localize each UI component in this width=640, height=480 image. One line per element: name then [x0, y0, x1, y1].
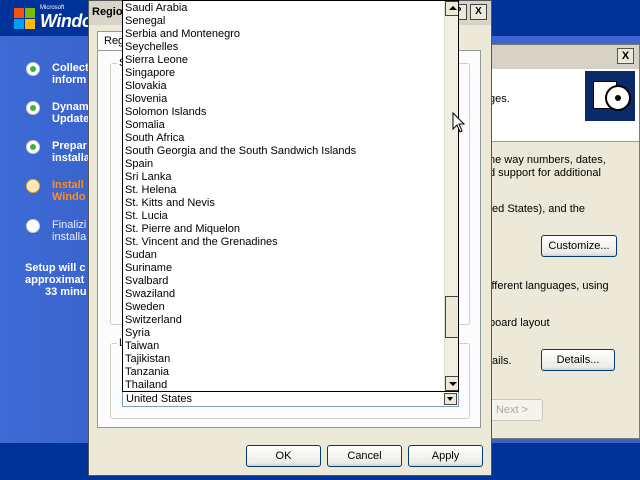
dropdown-option[interactable]: Tanzania — [123, 366, 443, 379]
dropdown-option[interactable]: Sierra Leone — [123, 54, 443, 67]
dropdown-items: Saudi Arabia Senegal Serbia and Montenegro… — [123, 2, 443, 391]
dropdown-option[interactable]: South Africa — [123, 132, 443, 145]
location-dropdown-list[interactable]: Saudi Arabia Senegal Serbia and Montenegro… — [122, 0, 459, 392]
details-button[interactable]: Details... — [541, 349, 615, 371]
dropdown-option[interactable]: Suriname — [123, 262, 443, 275]
location-combobox[interactable]: United States — [122, 391, 459, 407]
scrollbar-thumb[interactable] — [445, 296, 458, 338]
step-done-icon — [26, 101, 40, 115]
step-label-line1: Dynam — [52, 101, 89, 113]
dropdown-option[interactable]: Slovenia — [123, 93, 443, 106]
wizard-text-line: d support for additional — [489, 167, 601, 179]
scroll-up-icon[interactable] — [445, 1, 458, 16]
dropdown-option[interactable]: Switzerland — [123, 314, 443, 327]
step-label-line1: Finalizi — [52, 219, 87, 231]
estimate-line3: 33 minu — [45, 286, 87, 298]
dropdown-option[interactable]: Somalia — [123, 119, 443, 132]
dropdown-option[interactable]: St. Helena — [123, 184, 443, 197]
customize-button[interactable]: Customize... — [541, 235, 617, 257]
dropdown-option[interactable]: Tajikistan — [123, 353, 443, 366]
logo-windows-text: Windo — [40, 11, 93, 31]
windows-logo: Microsoft Windo — [14, 4, 94, 34]
dropdown-option[interactable]: Serbia and Montenegro — [123, 28, 443, 41]
wizard-text-line: board layout — [489, 317, 550, 329]
step-label-line1: Install — [52, 179, 84, 191]
dropdown-option[interactable]: Spain — [123, 158, 443, 171]
dropdown-option[interactable]: Solomon Islands — [123, 106, 443, 119]
step-done-icon — [26, 140, 40, 154]
step-label-line1: Prepar — [52, 140, 87, 152]
dropdown-option[interactable]: Syria — [123, 327, 443, 340]
step-label-line2: Update — [52, 113, 90, 125]
wizard-text-line: he way numbers, dates, — [489, 154, 606, 166]
dropdown-option[interactable]: Swaziland — [123, 288, 443, 301]
dropdown-scrollbar[interactable] — [444, 1, 458, 391]
chevron-down-icon[interactable] — [444, 393, 457, 405]
dropdown-option[interactable]: Sweden — [123, 301, 443, 314]
dropdown-option[interactable]: Saudi Arabia — [123, 2, 443, 15]
dropdown-option[interactable]: St. Vincent and the Grenadines — [123, 236, 443, 249]
dropdown-option[interactable]: Slovakia — [123, 80, 443, 93]
step-label-line2: installa — [52, 231, 87, 243]
mouse-pointer-icon — [452, 112, 466, 133]
dropdown-option[interactable]: Taiwan — [123, 340, 443, 353]
apply-button[interactable]: Apply — [408, 445, 483, 467]
wizard-text-line: ifferent languages, using — [489, 280, 609, 292]
dropdown-option[interactable]: Sudan — [123, 249, 443, 262]
wizard-text-line: tails. — [489, 355, 512, 367]
step-pending-icon — [26, 219, 40, 233]
location-selected-value: United States — [126, 393, 193, 405]
dropdown-option[interactable]: Seychelles — [123, 41, 443, 54]
step-label-line2: installa — [52, 152, 90, 164]
dropdown-option[interactable]: Thailand — [123, 379, 443, 391]
dropdown-option[interactable]: St. Lucia — [123, 210, 443, 223]
step-current-icon — [26, 179, 40, 193]
windows-flag-icon — [14, 8, 36, 30]
dropdown-option[interactable]: South Georgia and the South Sandwich Isl… — [123, 145, 443, 158]
step-label-line2: Windo — [52, 191, 86, 203]
setup-cd-icon — [585, 71, 635, 121]
step-label-line2: inform — [52, 74, 87, 86]
dropdown-option[interactable]: Svalbard — [123, 275, 443, 288]
wizard-header-text: ges. — [489, 93, 510, 105]
close-icon[interactable]: X — [617, 48, 634, 64]
dialog-title: Regio — [92, 6, 123, 18]
estimate-line1: Setup will c — [25, 262, 86, 274]
step-done-icon — [26, 62, 40, 76]
close-icon[interactable]: X — [470, 4, 487, 20]
dropdown-option[interactable]: Singapore — [123, 67, 443, 80]
dropdown-option[interactable]: Senegal — [123, 15, 443, 28]
wizard-text-line: ted States), and the — [489, 203, 586, 215]
estimate-line2: approximat — [25, 274, 85, 286]
dropdown-option[interactable]: St. Pierre and Miquelon — [123, 223, 443, 236]
scroll-down-icon[interactable] — [445, 376, 458, 391]
setup-time-estimate: Setup will c approximat 33 minu — [25, 262, 87, 298]
dropdown-option[interactable]: Sri Lanka — [123, 171, 443, 184]
step-label-line1: Collect — [52, 62, 89, 74]
cancel-button[interactable]: Cancel — [327, 445, 402, 467]
dropdown-option[interactable]: St. Kitts and Nevis — [123, 197, 443, 210]
ok-button[interactable]: OK — [246, 445, 321, 467]
